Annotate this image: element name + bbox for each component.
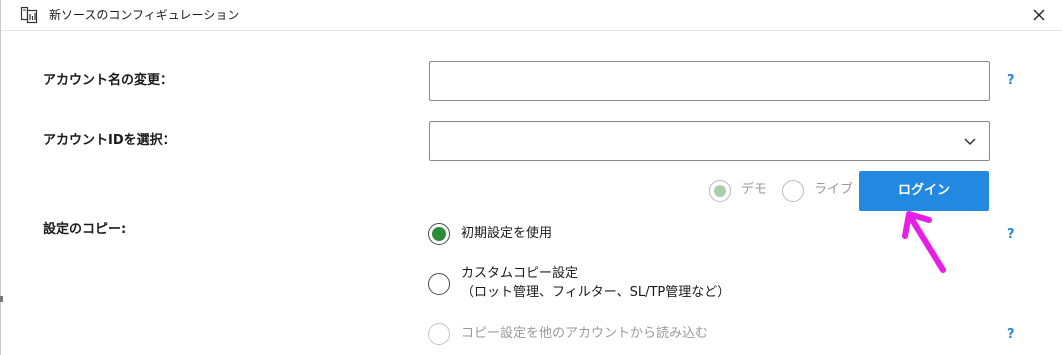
copy-custom-radio[interactable] [428,273,450,295]
copy-settings-label: 設定のコピー: [43,222,127,237]
close-icon[interactable] [1029,5,1049,25]
copy-from-account-label: コピー設定を他のアカウントから読み込む [461,326,709,341]
copy-from-account-help-icon[interactable]: ? [1007,327,1015,343]
radio-selected-dot [714,185,726,197]
window-edge-marker [0,296,3,302]
copy-from-account-radio[interactable] [428,323,450,345]
copy-settings-help-icon[interactable]: ? [1007,227,1015,243]
account-id-label: アカウントIDを選択： [43,133,176,148]
configuration-dialog: 新ソースのコンフィギュレーション アカウント名の変更： ? アカウントIDを選択… [0,0,1062,355]
account-name-help-icon[interactable]: ? [1007,73,1015,89]
dialog-title: 新ソースのコンフィギュレーション [49,8,240,22]
server-live-label: ライブ [814,182,854,197]
app-config-icon [20,6,38,24]
account-name-field[interactable] [429,61,990,101]
account-name-label: アカウント名の変更： [43,73,174,88]
copy-default-radio[interactable] [428,223,450,245]
copy-custom-label: カスタムコピー設定 [461,266,579,281]
title-bar: 新ソースのコンフィギュレーション [1,0,1062,31]
server-demo-label: デモ [741,182,768,197]
chevron-down-icon[interactable] [963,134,977,148]
server-live-radio[interactable] [782,180,804,202]
pointer-arrow-icon [902,211,946,273]
account-id-select[interactable] [429,121,990,161]
login-button[interactable]: ログイン [859,171,989,211]
account-name-input[interactable] [430,62,989,100]
copy-custom-sublabel: （ロット管理、フィルター、SL/TP管理など） [461,285,731,300]
radio-selected-dot [432,227,446,241]
server-demo-radio[interactable] [709,180,731,202]
copy-default-label: 初期設定を使用 [461,226,553,241]
